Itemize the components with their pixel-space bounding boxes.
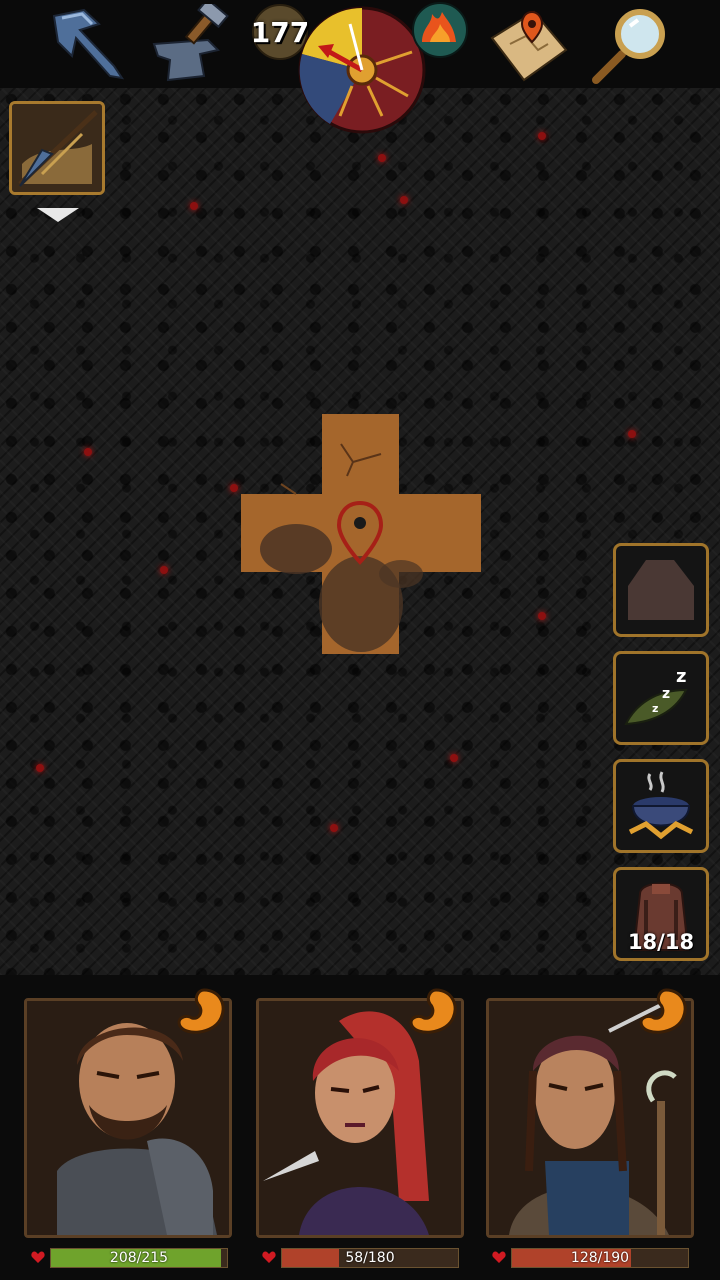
map-marker xyxy=(628,430,636,438)
treasure-map-icon[interactable] xyxy=(486,4,570,88)
map-marker xyxy=(190,202,198,210)
map-marker xyxy=(538,132,546,140)
hp-bar: 128/190 xyxy=(511,1248,689,1268)
hunger-stomach-icon xyxy=(409,988,457,1034)
hp-bar: 58/180 xyxy=(281,1248,459,1268)
shelter-button[interactable] xyxy=(613,543,709,637)
crossbow-arrow-icon[interactable] xyxy=(44,4,128,88)
hp-value: 128/190 xyxy=(570,1250,630,1266)
map-marker xyxy=(378,154,386,162)
sleep-icon: z z z xyxy=(624,666,688,726)
party-member-card[interactable] xyxy=(24,988,232,1280)
inventory-count: 18/18 xyxy=(627,930,695,954)
day-night-dial-icon[interactable] xyxy=(290,4,426,134)
backpack-button[interactable]: 18/18 xyxy=(613,867,709,961)
party-member-card[interactable] xyxy=(256,988,464,1280)
map-marker xyxy=(450,754,458,762)
anvil-hammer-icon[interactable] xyxy=(148,0,232,88)
magnifier-icon[interactable] xyxy=(588,4,672,88)
sleep-button[interactable]: z z z xyxy=(613,651,709,745)
hunger-stomach-icon xyxy=(639,988,687,1034)
map-marker xyxy=(330,824,338,832)
heart-icon xyxy=(492,1251,506,1263)
heart-icon xyxy=(31,1251,45,1263)
equipped-weapon-slot[interactable] xyxy=(9,101,105,195)
cooking-pot-button[interactable] xyxy=(613,759,709,853)
cooking-pot-icon xyxy=(628,771,694,840)
map-marker xyxy=(84,448,92,456)
svg-text:z: z xyxy=(652,702,658,715)
party-member-card[interactable] xyxy=(486,988,694,1280)
expand-arrow-icon[interactable] xyxy=(37,208,79,222)
map-marker xyxy=(230,484,238,492)
map-marker xyxy=(538,612,546,620)
map-marker xyxy=(36,764,44,772)
map-marker xyxy=(400,196,408,204)
house-icon xyxy=(628,560,694,620)
svg-text:z: z xyxy=(676,666,686,687)
svg-text:z: z xyxy=(662,686,670,702)
campfire-icon[interactable] xyxy=(410,0,470,60)
heart-icon xyxy=(262,1251,276,1263)
location-pin-icon[interactable] xyxy=(336,500,384,566)
hp-bar: 208/215 xyxy=(50,1248,228,1268)
hunger-stomach-icon xyxy=(177,988,225,1034)
hp-value: 208/215 xyxy=(109,1250,169,1266)
hp-value: 58/180 xyxy=(345,1250,395,1266)
map-marker xyxy=(160,566,168,574)
